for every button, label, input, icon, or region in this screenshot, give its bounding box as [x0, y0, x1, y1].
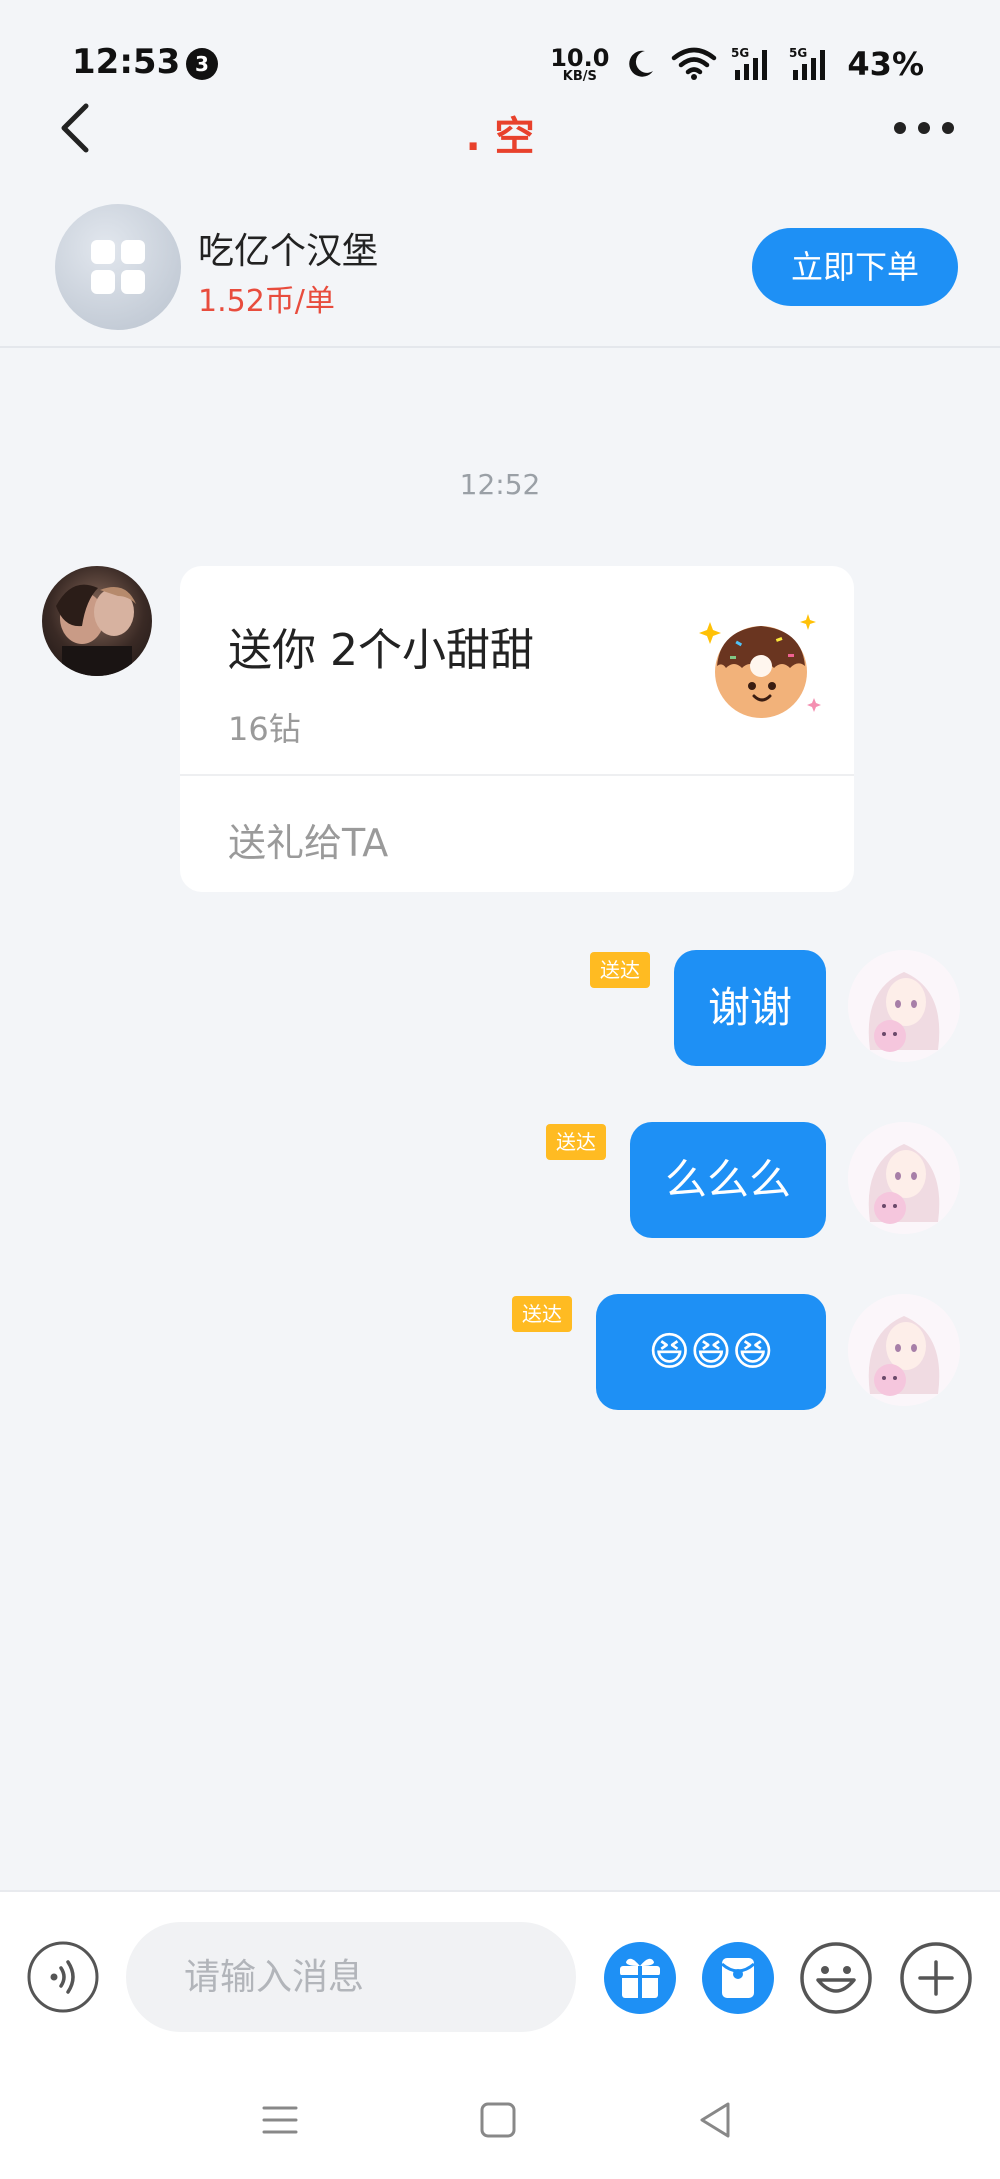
status-bar: 12:53 3 10.0 KB/S 5G 5G 43% — [0, 0, 1000, 100]
signal-5g-icon: 5G — [731, 46, 768, 80]
grid-apps-icon — [91, 240, 145, 294]
my-avatar[interactable] — [848, 950, 960, 1062]
status-indicators: 10.0 KB/S 5G 5G 43% — [550, 44, 924, 84]
more-dots-icon[interactable] — [888, 108, 960, 148]
signal-5g-icon: 5G — [789, 46, 826, 80]
anime-avatar-image — [848, 1294, 960, 1406]
anime-avatar-image — [848, 1122, 960, 1234]
header-area: 12:53 3 10.0 KB/S 5G 5G 43% . 空 吃亿个汉堡 1.… — [0, 0, 1000, 346]
gift-card-divider — [180, 774, 854, 776]
delivered-badge: 送达 — [546, 1124, 606, 1160]
my-avatar[interactable] — [848, 1122, 960, 1234]
message-row: 送达 么么么 — [0, 1122, 1000, 1242]
network-speed-unit: KB/S — [562, 68, 597, 84]
donut-gift-icon — [699, 614, 821, 718]
message-bubble[interactable]: 谢谢 — [674, 950, 826, 1066]
wifi-icon — [672, 47, 717, 80]
chat-timestamp: 12:52 — [459, 468, 541, 501]
svg-text:5G: 5G — [789, 46, 807, 60]
svg-text:5G: 5G — [731, 46, 749, 60]
home-square-icon[interactable] — [476, 2098, 520, 2142]
moon-icon — [629, 50, 654, 77]
send-gift-link[interactable]: 送礼给TA — [228, 812, 388, 867]
message-bubble[interactable]: 😆😆😆 — [596, 1294, 826, 1410]
message-row: 送达 😆😆😆 — [0, 1294, 1000, 1414]
product-card: 吃亿个汉堡 1.52币/单 立即下单 — [0, 200, 1000, 340]
delivered-badge: 送达 — [512, 1296, 572, 1332]
message-input-bar — [0, 1890, 1000, 2058]
battery-level: 43% — [847, 45, 924, 83]
menu-icon[interactable] — [258, 2098, 302, 2142]
avatar-photo — [56, 584, 136, 676]
emoji-icon[interactable] — [798, 1940, 874, 2016]
network-speed: 10.0 KB/S — [550, 46, 609, 83]
plus-icon[interactable] — [898, 1940, 974, 2016]
delivered-badge: 送达 — [590, 952, 650, 988]
product-name: 吃亿个汉堡 — [198, 231, 379, 272]
voice-icon[interactable] — [26, 1940, 100, 2014]
other-user-avatar[interactable] — [42, 566, 152, 676]
network-speed-value: 10.0 — [550, 43, 610, 72]
chat-title: . 空 — [465, 114, 535, 160]
navigation-bar: . 空 — [0, 90, 1000, 170]
order-now-button[interactable]: 立即下单 — [752, 228, 958, 306]
gift-price: 16钻 — [228, 710, 301, 748]
product-avatar — [55, 204, 181, 330]
message-input[interactable] — [126, 1922, 576, 2032]
message-bubble[interactable]: 么么么 — [630, 1122, 826, 1238]
red-packet-icon[interactable] — [700, 1940, 776, 2016]
gift-title: 送你 2个小甜甜 — [228, 625, 534, 676]
message-row: 送达 谢谢 — [0, 950, 1000, 1070]
chat-area[interactable]: 12:52 送你 2个小甜甜 16钻 送礼给TA 送达 谢谢 送达 么么么 送达… — [0, 348, 1000, 1890]
product-price: 1.52币/单 — [198, 284, 335, 319]
status-time: 12:53 — [72, 42, 181, 82]
anime-avatar-image — [848, 950, 960, 1062]
system-navigation-bar — [0, 2058, 1000, 2179]
gift-message-card[interactable]: 送你 2个小甜甜 16钻 送礼给TA — [180, 566, 854, 892]
notification-count-badge: 3 — [186, 48, 218, 80]
back-triangle-icon[interactable] — [694, 2098, 738, 2142]
gift-icon[interactable] — [602, 1940, 678, 2016]
my-avatar[interactable] — [848, 1294, 960, 1406]
